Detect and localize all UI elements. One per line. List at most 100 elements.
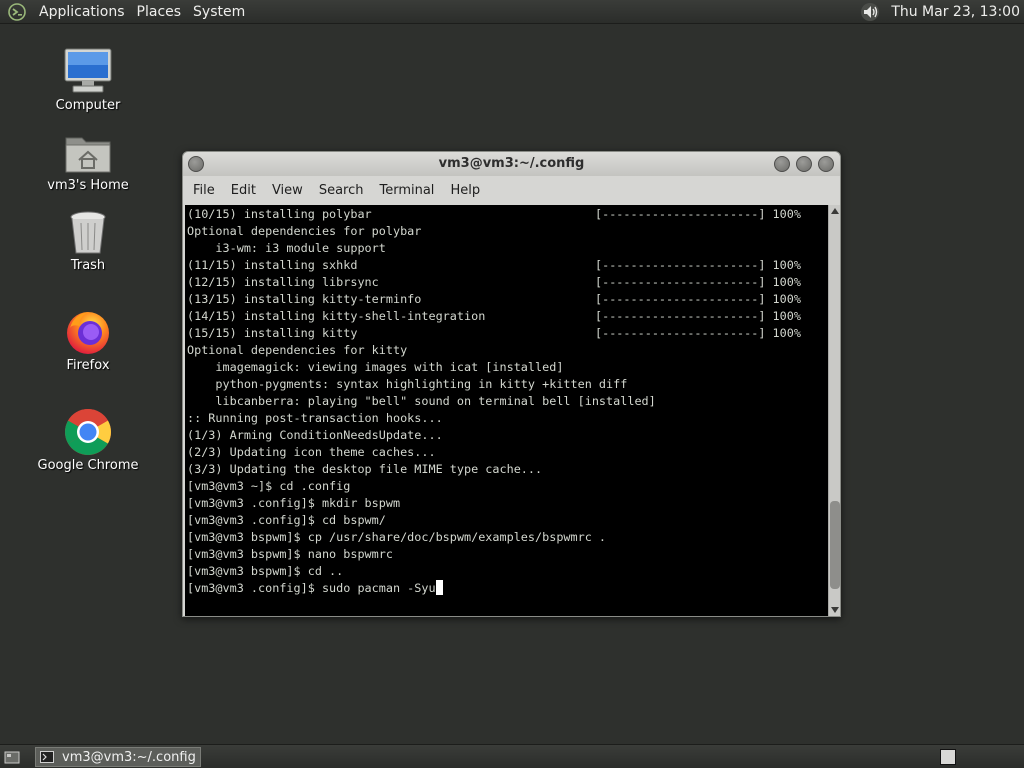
terminal-scrollbar[interactable]: [828, 205, 840, 616]
terminal-line: (14/15) installing kitty-shell-integrati…: [187, 308, 828, 325]
mate-logo-icon[interactable]: [7, 2, 27, 22]
terminal-line: (1/3) Arming ConditionNeedsUpdate...: [187, 427, 828, 444]
terminal-line-text: libcanberra: playing "bell" sound on ter…: [187, 394, 656, 408]
progress-bar-text: [----------------------] 100%: [595, 275, 801, 289]
window-title: vm3@vm3:~/.config: [438, 156, 585, 171]
terminal-line: Optional dependencies for polybar: [187, 223, 828, 240]
desktop-icon-label: Firefox: [66, 358, 110, 373]
terminal-line: i3-wm: i3 module support: [187, 240, 828, 257]
terminal-line-text: (2/3) Updating icon theme caches...: [187, 445, 436, 459]
terminal-line-text: i3-wm: i3 module support: [187, 241, 386, 255]
menu-system[interactable]: System: [187, 0, 251, 24]
menu-file[interactable]: File: [187, 183, 221, 198]
terminal-line: (3/3) Updating the desktop file MIME typ…: [187, 461, 828, 478]
scroll-up-icon[interactable]: [829, 205, 841, 217]
terminal-line: [vm3@vm3 .config]$ cd bspwm/: [187, 512, 828, 529]
clock[interactable]: Thu Mar 23, 13:00: [891, 4, 1020, 20]
terminal-output[interactable]: (10/15) installing polybar [-------------…: [185, 205, 828, 616]
maximize-icon[interactable]: [796, 156, 812, 172]
terminal-line: (2/3) Updating icon theme caches...: [187, 444, 828, 461]
scroll-down-icon[interactable]: [829, 604, 841, 616]
terminal-line-text: [vm3@vm3 bspwm]$ nano bspwmrc: [187, 547, 393, 561]
progress-bar-text: [----------------------] 100%: [595, 258, 801, 272]
show-desktop-icon[interactable]: [4, 749, 20, 765]
terminal-line: python-pygments: syntax highlighting in …: [187, 376, 828, 393]
progress-bar-text: [----------------------] 100%: [595, 326, 801, 340]
desktop-icon-firefox[interactable]: Firefox: [28, 304, 148, 373]
top-panel: Applications Places System Thu Mar 23, 1…: [0, 0, 1024, 24]
terminal-line: :: Running post-transaction hooks...: [187, 410, 828, 427]
menu-terminal[interactable]: Terminal: [373, 183, 440, 198]
terminal-line: [vm3@vm3 bspwm]$ cp /usr/share/doc/bspwm…: [187, 529, 828, 546]
taskbar-terminal-button[interactable]: vm3@vm3:~/.config: [35, 747, 201, 767]
desktop-icon-trash[interactable]: Trash: [28, 204, 148, 273]
terminal-prompt-line[interactable]: [vm3@vm3 .config]$ sudo pacman -Syu: [187, 580, 828, 597]
window-titlebar[interactable]: vm3@vm3:~/.config: [183, 152, 840, 176]
terminal-line-text: (11/15) installing sxhkd: [187, 258, 358, 272]
scrollbar-thumb[interactable]: [830, 501, 840, 589]
chrome-icon: [62, 404, 114, 456]
terminal-line-text: [vm3@vm3 ~]$ cd .config: [187, 479, 351, 493]
window-menubar: File Edit View Search Terminal Help: [183, 178, 840, 202]
terminal-icon: [40, 751, 54, 763]
desktop-icon-label: Trash: [70, 258, 106, 273]
terminal-line: (11/15) installing sxhkd [---------------…: [187, 257, 828, 274]
terminal-line: [vm3@vm3 ~]$ cd .config: [187, 478, 828, 495]
desktop-icon-chrome[interactable]: Google Chrome: [28, 404, 148, 473]
terminal-line: (10/15) installing polybar [-------------…: [187, 206, 828, 223]
terminal-line-text: (13/15) installing kitty-terminfo: [187, 292, 422, 306]
home-folder-icon: [62, 124, 114, 176]
menu-search[interactable]: Search: [313, 183, 370, 198]
terminal-line-text: :: Running post-transaction hooks...: [187, 411, 443, 425]
terminal-line-text: [vm3@vm3 .config]$ cd bspwm/: [187, 513, 386, 527]
prompt-text: [vm3@vm3 .config]$ sudo pacman -Syu: [187, 581, 436, 595]
terminal-line: imagemagick: viewing images with icat [i…: [187, 359, 828, 376]
computer-icon: [62, 44, 114, 96]
menu-places[interactable]: Places: [131, 0, 188, 24]
terminal-line-text: Optional dependencies for kitty: [187, 343, 408, 357]
terminal-line-text: (12/15) installing librsync: [187, 275, 379, 289]
terminal-line-text: (15/15) installing kitty: [187, 326, 358, 340]
text-cursor: [435, 580, 443, 595]
terminal-line-text: imagemagick: viewing images with icat [i…: [187, 360, 564, 374]
close-icon[interactable]: [818, 156, 834, 172]
progress-bar-text: [----------------------] 100%: [595, 292, 801, 306]
desktop-icon-label: Google Chrome: [37, 458, 139, 473]
terminal-line-text: [vm3@vm3 .config]$ mkdir bspwm: [187, 496, 401, 510]
firefox-icon: [62, 304, 114, 356]
desktop-icon-label: vm3's Home: [47, 178, 129, 193]
terminal-line: (12/15) installing librsync [------------…: [187, 274, 828, 291]
menu-view[interactable]: View: [266, 183, 309, 198]
desktop-icon-label: Computer: [55, 98, 121, 113]
top-panel-tray: Thu Mar 23, 13:00: [859, 0, 1024, 24]
trash-icon: [62, 204, 114, 256]
terminal-line: [vm3@vm3 .config]$ mkdir bspwm: [187, 495, 828, 512]
terminal-line-text: (14/15) installing kitty-shell-integrati…: [187, 309, 486, 323]
volume-icon[interactable]: [859, 1, 881, 23]
terminal-line-text: [vm3@vm3 bspwm]$ cd ..: [187, 564, 344, 578]
terminal-line: Optional dependencies for kitty: [187, 342, 828, 359]
progress-bar-text: [----------------------] 100%: [595, 207, 801, 221]
terminal-line: libcanberra: playing "bell" sound on ter…: [187, 393, 828, 410]
terminal-line: (13/15) installing kitty-terminfo [------…: [187, 291, 828, 308]
progress-bar-text: [----------------------] 100%: [595, 309, 801, 323]
terminal-line: [vm3@vm3 bspwm]$ nano bspwmrc: [187, 546, 828, 563]
terminal-line-text: (10/15) installing polybar: [187, 207, 372, 221]
desktop-icon-home[interactable]: vm3's Home: [28, 124, 148, 193]
bottom-panel: vm3@vm3:~/.config: [0, 744, 1024, 768]
terminal-line-text: python-pygments: syntax highlighting in …: [187, 377, 628, 391]
desktop-icon-computer[interactable]: Computer: [28, 44, 148, 113]
workspace-switcher-icon[interactable]: [940, 749, 956, 765]
terminal-line-text: [vm3@vm3 bspwm]$ cp /usr/share/doc/bspwm…: [187, 530, 607, 544]
minimize-icon[interactable]: [774, 156, 790, 172]
menu-edit[interactable]: Edit: [225, 183, 262, 198]
terminal-window: vm3@vm3:~/.config File Edit View Search …: [182, 151, 841, 617]
terminal-line-text: Optional dependencies for polybar: [187, 224, 422, 238]
menu-help[interactable]: Help: [444, 183, 486, 198]
terminal-line: (15/15) installing kitty [---------------…: [187, 325, 828, 342]
terminal-line: [vm3@vm3 bspwm]$ cd ..: [187, 563, 828, 580]
terminal-line-text: (3/3) Updating the desktop file MIME typ…: [187, 462, 543, 476]
menu-applications[interactable]: Applications: [33, 0, 131, 24]
terminal-line-text: (1/3) Arming ConditionNeedsUpdate...: [187, 428, 443, 442]
taskbar-label: vm3@vm3:~/.config: [62, 749, 196, 765]
